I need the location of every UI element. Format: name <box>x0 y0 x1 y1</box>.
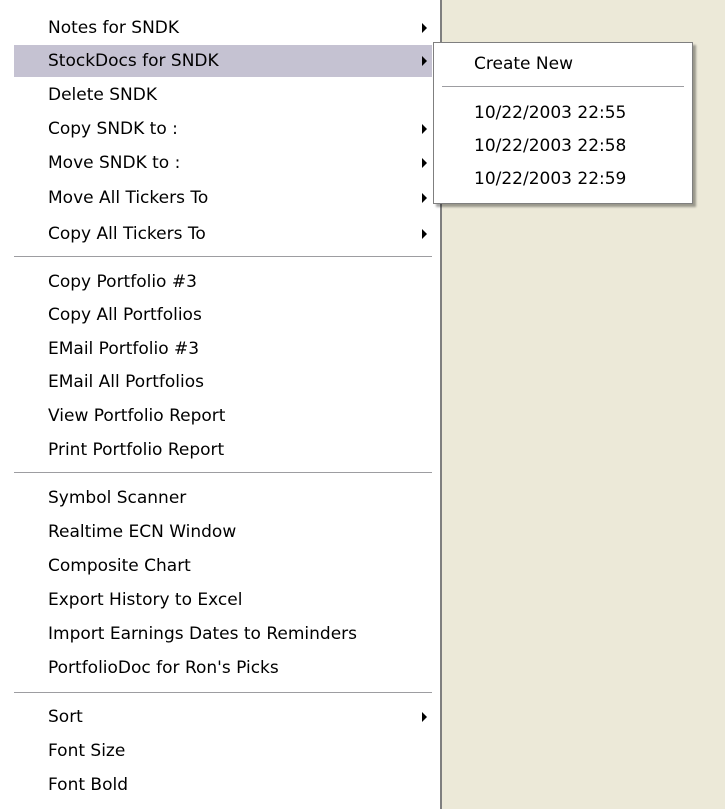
menu-item-composite-chart[interactable]: Composite Chart <box>14 550 432 582</box>
submenu-item-label: 10/22/2003 22:59 <box>474 169 627 189</box>
menu-item-import-earnings[interactable]: Import Earnings Dates to Reminders <box>14 618 432 650</box>
menu-item-move-all-tickers[interactable]: Move All Tickers To <box>14 182 432 214</box>
menu-item-label: Move SNDK to : <box>48 153 181 173</box>
menu-separator <box>14 256 432 258</box>
menu-item-export-history[interactable]: Export History to Excel <box>14 584 432 616</box>
menu-item-portfoliodoc[interactable]: PortfolioDoc for Ron's Picks <box>14 652 432 684</box>
menu-item-label: View Portfolio Report <box>48 406 226 426</box>
menu-separator <box>14 692 432 694</box>
submenu-item-label: Create New <box>474 54 573 74</box>
menu-item-email-all-portfolios[interactable]: EMail All Portfolios <box>14 366 432 398</box>
menu-item-label: Copy All Tickers To <box>48 224 206 244</box>
menu-item-label: Copy SNDK to : <box>48 119 178 139</box>
menu-item-label: EMail Portfolio #3 <box>48 339 200 359</box>
menu-item-notes[interactable]: Notes for SNDK <box>14 12 432 44</box>
menu-item-copy-to[interactable]: Copy SNDK to : <box>14 113 432 145</box>
menu-item-label: Font Size <box>48 741 126 761</box>
submenu-item-doc[interactable]: 10/22/2003 22:58 <box>434 130 692 162</box>
menu-item-stockdocs[interactable]: StockDocs for SNDK <box>14 45 432 77</box>
menu-item-label: Copy Portfolio #3 <box>48 272 197 292</box>
submenu-item-create-new[interactable]: Create New <box>434 48 692 80</box>
menu-item-print-report[interactable]: Print Portfolio Report <box>14 434 432 466</box>
menu-item-label: Copy All Portfolios <box>48 305 202 325</box>
menu-item-move-to[interactable]: Move SNDK to : <box>14 147 432 179</box>
chevron-right-icon <box>422 712 427 722</box>
menu-item-label: Symbol Scanner <box>48 488 187 508</box>
menu-item-label: Notes for SNDK <box>48 18 180 38</box>
chevron-right-icon <box>422 23 427 33</box>
chevron-right-icon <box>422 193 427 203</box>
menu-item-font-bold[interactable]: Font Bold <box>14 769 432 801</box>
chevron-right-icon <box>422 158 427 168</box>
menu-separator <box>14 472 432 474</box>
chevron-right-icon <box>422 124 427 134</box>
menu-item-label: Realtime ECN Window <box>48 522 237 542</box>
menu-item-copy-all-portfolios[interactable]: Copy All Portfolios <box>14 299 432 331</box>
submenu-item-doc[interactable]: 10/22/2003 22:55 <box>434 97 692 129</box>
menu-item-view-report[interactable]: View Portfolio Report <box>14 400 432 432</box>
submenu-item-label: 10/22/2003 22:55 <box>474 103 627 123</box>
menu-item-label: Print Portfolio Report <box>48 440 225 460</box>
menu-item-copy-portfolio[interactable]: Copy Portfolio #3 <box>14 266 432 298</box>
chevron-right-icon <box>422 56 427 66</box>
menu-item-label: Delete SNDK <box>48 85 158 105</box>
menu-item-label: StockDocs for SNDK <box>48 51 219 71</box>
menu-item-delete[interactable]: Delete SNDK <box>14 79 432 111</box>
submenu-item-label: 10/22/2003 22:58 <box>474 136 627 156</box>
menu-item-label: Font Bold <box>48 775 128 795</box>
menu-item-label: Export History to Excel <box>48 590 243 610</box>
menu-item-font-size[interactable]: Font Size <box>14 735 432 767</box>
menu-item-label: EMail All Portfolios <box>48 372 204 392</box>
menu-item-label: Import Earnings Dates to Reminders <box>48 624 358 644</box>
menu-item-realtime-ecn[interactable]: Realtime ECN Window <box>14 516 432 548</box>
menu-item-label: Sort <box>48 707 83 727</box>
menu-item-label: PortfolioDoc for Ron's Picks <box>48 658 279 678</box>
menu-item-label: Composite Chart <box>48 556 191 576</box>
menu-item-label: Move All Tickers To <box>48 188 209 208</box>
context-menu: Notes for SNDK StockDocs for SNDK Delete… <box>0 0 442 809</box>
menu-item-symbol-scanner[interactable]: Symbol Scanner <box>14 482 432 514</box>
submenu-item-doc[interactable]: 10/22/2003 22:59 <box>434 163 692 195</box>
menu-item-email-portfolio[interactable]: EMail Portfolio #3 <box>14 333 432 365</box>
menu-item-sort[interactable]: Sort <box>14 701 432 733</box>
menu-item-copy-all-tickers[interactable]: Copy All Tickers To <box>14 218 432 250</box>
chevron-right-icon <box>422 229 427 239</box>
submenu-separator <box>442 86 684 88</box>
stockdocs-submenu: Create New 10/22/2003 22:55 10/22/2003 2… <box>433 42 693 204</box>
